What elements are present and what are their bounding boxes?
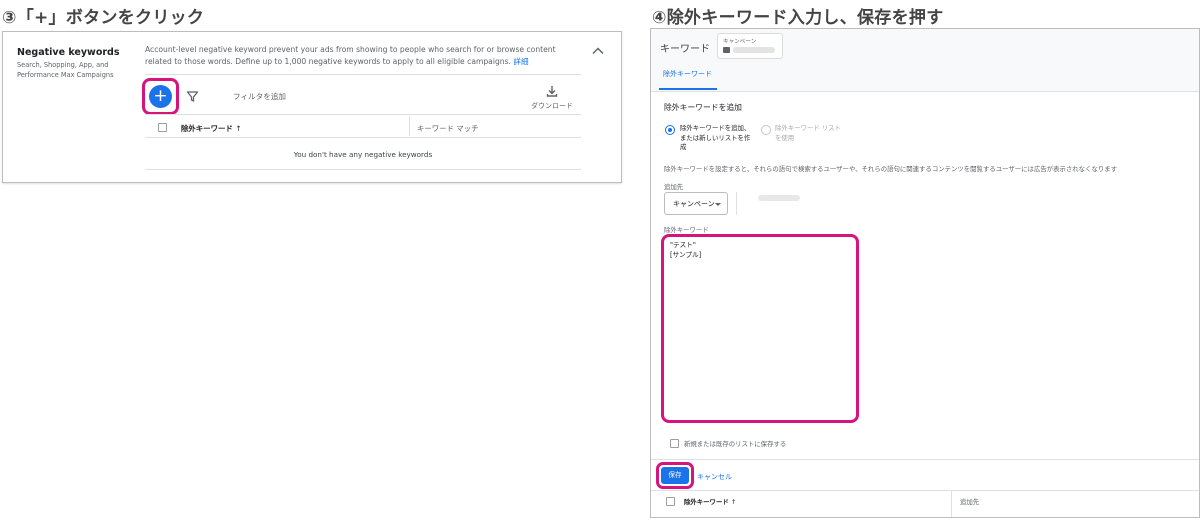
radio-use-keyword-list-label[interactable]: 除外キーワード リストを使用 bbox=[775, 124, 845, 143]
add-to-dropdown-value: キャンペーン bbox=[673, 200, 715, 208]
column-separator bbox=[951, 491, 952, 517]
empty-table-message: You don't have any negative keywords bbox=[293, 150, 433, 159]
table-bottom-divider bbox=[145, 169, 581, 170]
column-header-label: 除外キーワード bbox=[684, 498, 729, 506]
section-title: 除外キーワードを追加 bbox=[664, 103, 742, 112]
radio-use-keyword-list[interactable] bbox=[761, 125, 771, 135]
select-all-checkbox[interactable] bbox=[158, 123, 167, 132]
cancel-button[interactable]: キャンセル bbox=[697, 472, 732, 482]
column-separator bbox=[409, 116, 410, 136]
chevron-up-icon[interactable] bbox=[591, 44, 605, 58]
description-text: Account-level negative keyword prevent y… bbox=[145, 45, 556, 66]
tab-negative-keywords[interactable]: 除外キーワード bbox=[663, 69, 712, 79]
campaign-selector-label: キャンペーン bbox=[723, 39, 757, 45]
campaign-name-redacted bbox=[733, 47, 775, 53]
radio-add-keywords[interactable] bbox=[665, 125, 675, 135]
panel-description: Account-level negative keyword prevent y… bbox=[145, 44, 580, 68]
active-tab-indicator bbox=[659, 88, 717, 90]
sort-arrow-icon: ↑ bbox=[235, 124, 242, 133]
table-top-divider bbox=[651, 490, 1199, 491]
column-header-added-to[interactable]: 追加先 bbox=[960, 497, 979, 506]
add-negative-keyword-button[interactable]: + bbox=[149, 85, 172, 108]
radio-add-keywords-label[interactable]: 除外キーワードを追加、または新しいリストを作成 bbox=[680, 124, 755, 153]
divider bbox=[145, 74, 581, 75]
campaign-selector[interactable]: キャンペーン bbox=[717, 33, 783, 59]
negative-keywords-label: 除外キーワード bbox=[664, 226, 709, 234]
filter-icon[interactable] bbox=[186, 90, 199, 103]
negative-keywords-textarea[interactable]: "テスト" [サンプル] bbox=[670, 241, 850, 260]
select-all-checkbox[interactable] bbox=[666, 497, 675, 506]
keywords-editor-panel: キーワード キャンペーン 除外キーワード 除外キーワードを追加 除外キーワードを… bbox=[650, 28, 1200, 518]
column-header-negative-keyword[interactable]: 除外キーワード ↑ bbox=[684, 497, 736, 506]
add-to-dropdown[interactable]: キャンペーン bbox=[664, 192, 728, 215]
campaign-icon bbox=[723, 47, 730, 53]
negative-keywords-panel: Negative keywords Search, Shopping, App,… bbox=[2, 31, 622, 183]
table-top-divider bbox=[145, 114, 581, 115]
download-icon[interactable] bbox=[545, 84, 559, 98]
save-button[interactable]: 保存 bbox=[661, 467, 689, 484]
add-filter-button[interactable]: フィルタを追加 bbox=[233, 91, 286, 102]
column-header-label: 除外キーワード bbox=[181, 124, 233, 133]
step-4-title: ④除外キーワード入力し、保存を押す bbox=[652, 8, 944, 28]
divider bbox=[651, 459, 1199, 460]
info-notice: 除外キーワードを設定すると、それらの語句で検索するユーザーや、それらの語句に関連… bbox=[664, 165, 1118, 173]
details-link[interactable]: 詳細 bbox=[513, 57, 528, 66]
table-header-divider bbox=[145, 137, 581, 138]
download-label[interactable]: ダウンロード bbox=[531, 101, 573, 111]
caret-down-icon bbox=[715, 203, 721, 206]
step-3-title: ③「+」ボタンをクリック bbox=[2, 8, 205, 28]
column-header-negative-keyword[interactable]: 除外キーワード ↑ bbox=[181, 123, 242, 134]
sort-arrow-icon: ↑ bbox=[730, 498, 737, 506]
page-title: キーワード bbox=[660, 44, 710, 55]
divider bbox=[736, 192, 737, 215]
highlight-box bbox=[661, 234, 859, 423]
column-header-keyword-match[interactable]: キーワード マッチ bbox=[417, 123, 478, 134]
add-to-label: 追加先 bbox=[664, 183, 684, 191]
save-to-list-label[interactable]: 新規または既存のリストに保存する bbox=[684, 439, 786, 448]
save-to-list-checkbox[interactable] bbox=[670, 439, 679, 448]
keywords-header: キーワード キャンペーン 除外キーワード bbox=[651, 29, 1199, 92]
campaign-name-redacted bbox=[758, 195, 800, 201]
panel-section-subtitle: Search, Shopping, App, and Performance M… bbox=[17, 61, 114, 79]
panel-section-title: Negative keywords bbox=[17, 47, 120, 58]
